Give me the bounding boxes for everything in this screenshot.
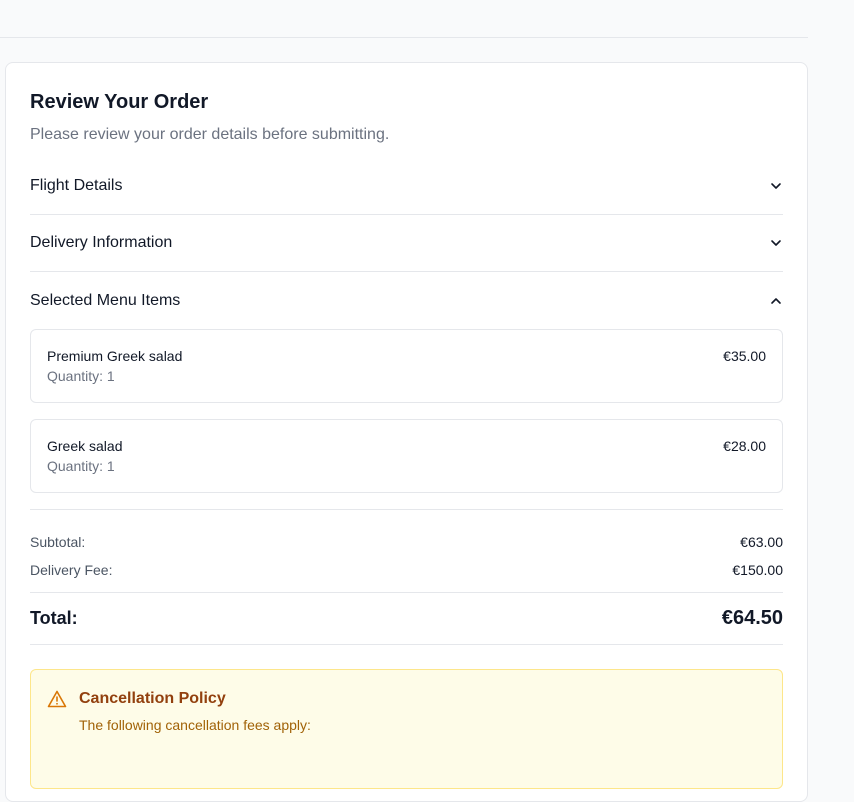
subtotal-row: Subtotal: €63.00 bbox=[30, 532, 783, 552]
section-delivery-information-label: Delivery Information bbox=[30, 234, 173, 251]
item-quantity: Quantity: 1 bbox=[47, 458, 115, 474]
cancellation-policy-title: Cancellation Policy bbox=[79, 690, 226, 707]
warning-icon bbox=[47, 690, 67, 708]
item-price: €35.00 bbox=[723, 348, 766, 364]
item-quantity: Quantity: 1 bbox=[47, 368, 115, 384]
chevron-down-icon bbox=[771, 183, 781, 189]
delivery-fee-row: Delivery Fee: €150.00 bbox=[30, 560, 783, 580]
section-selected-menu-items-label: Selected Menu Items bbox=[30, 291, 181, 309]
page-title: Review Your Order bbox=[30, 91, 209, 113]
list-item: Premium Greek salad Quantity: 1 €35.00 bbox=[30, 329, 783, 403]
page-subtitle: Please review your order details before … bbox=[30, 126, 390, 143]
cancellation-policy-text: The following cancellation fees apply: bbox=[79, 717, 311, 733]
menu-items-list: Premium Greek salad Quantity: 1 €35.00 G… bbox=[30, 329, 783, 493]
cancellation-policy-alert: Cancellation Policy The following cancel… bbox=[30, 669, 783, 789]
section-flight-details[interactable]: Flight Details bbox=[30, 158, 783, 215]
chevron-up-icon bbox=[771, 297, 781, 304]
order-totals: Subtotal: €63.00 Delivery Fee: €150.00 bbox=[30, 510, 783, 580]
delivery-fee-label: Delivery Fee: bbox=[30, 562, 113, 578]
section-selected-menu-items[interactable]: Selected Menu Items bbox=[30, 272, 783, 329]
delivery-fee-value: €150.00 bbox=[732, 562, 783, 578]
chevron-down-icon bbox=[771, 240, 781, 246]
top-bar bbox=[0, 0, 808, 38]
item-price: €28.00 bbox=[723, 438, 766, 454]
total-label: Total: bbox=[30, 608, 78, 628]
total-row: Total: €64.50 bbox=[30, 592, 783, 645]
section-flight-details-label: Flight Details bbox=[30, 177, 123, 194]
total-value: €64.50 bbox=[721, 607, 783, 629]
section-delivery-information[interactable]: Delivery Information bbox=[30, 215, 783, 272]
subtotal-value: €63.00 bbox=[740, 534, 783, 550]
item-name: Premium Greek salad bbox=[47, 348, 183, 364]
list-item: Greek salad Quantity: 1 €28.00 bbox=[30, 419, 783, 493]
subtotal-label: Subtotal: bbox=[30, 534, 86, 550]
review-order-card: Review Your Order Please review your ord… bbox=[5, 62, 808, 802]
item-name: Greek salad bbox=[47, 438, 123, 454]
